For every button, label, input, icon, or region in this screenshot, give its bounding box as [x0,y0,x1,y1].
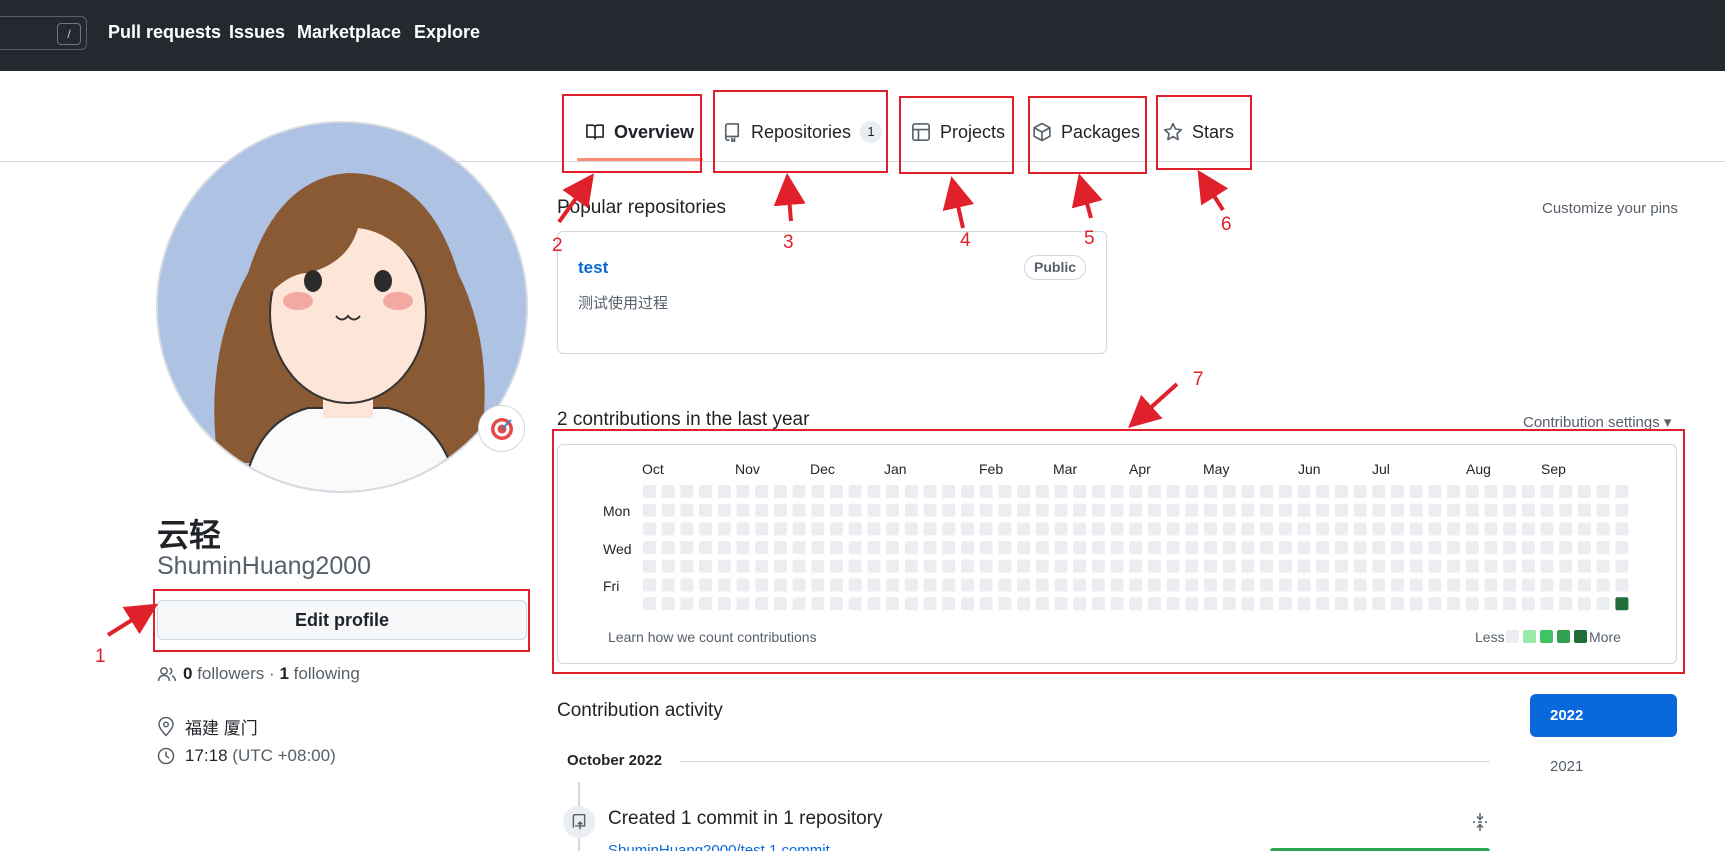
annotation-arrow [942,176,974,229]
annotation-arrows [106,169,1229,637]
annotation-arrow [106,603,159,637]
annotation-arrow [557,173,594,224]
annotation-arrow [1071,173,1103,219]
annotation-arrow [773,173,806,222]
annotation-arrow [1128,382,1179,429]
annotation-arrow [1197,169,1229,212]
